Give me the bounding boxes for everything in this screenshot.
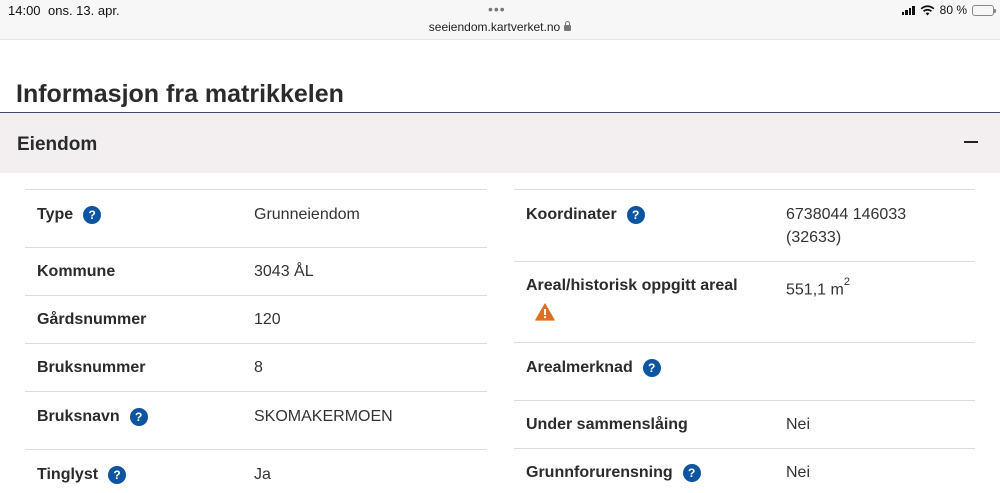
section-title: Eiendom — [17, 134, 98, 155]
area-unit-exponent: 2 — [843, 276, 850, 288]
row-label: Kommune — [37, 263, 116, 280]
info-row-koordinater: Koordinater ? 6738044 146033 (32633) — [514, 189, 975, 261]
info-row-bruksnummer: Bruksnummer 8 — [25, 343, 487, 391]
info-row-tinglyst: Tinglyst ? Ja — [25, 449, 487, 493]
row-value: 120 — [254, 311, 281, 328]
row-value: 8 — [254, 359, 263, 376]
row-label: Tinglyst — [37, 466, 99, 483]
row-value: 6738044 146033 (32633) — [786, 203, 906, 249]
property-info-left: Type ? Grunneiendom Kommune 3043 ÅL Gård… — [25, 189, 487, 493]
help-icon[interactable]: ? — [642, 359, 661, 377]
help-icon[interactable]: ? — [108, 466, 127, 484]
row-label: Gårdsnummer — [37, 311, 147, 328]
address-bar[interactable]: seeiendom.kartverket.no — [0, 20, 1000, 34]
help-icon[interactable]: ? — [129, 408, 148, 426]
battery-icon — [972, 4, 996, 16]
row-label: Areal/historisk oppgitt areal — [526, 277, 738, 294]
row-value: Nei — [786, 464, 811, 481]
row-label: Type — [37, 206, 74, 223]
coordinates-value: 6738044 146033 — [786, 206, 907, 223]
url-text: seeiendom.kartverket.no — [428, 20, 561, 34]
help-icon[interactable]: ? — [682, 464, 701, 482]
minus-icon[interactable] — [964, 141, 978, 143]
row-label: Bruksnummer — [37, 359, 146, 376]
ios-status-bar: 14:00 ons. 13. apr. ••• seeiendom.kartve… — [0, 0, 1000, 40]
coordinates-epsg: (32633) — [786, 229, 842, 246]
info-row-type: Type ? Grunneiendom — [25, 189, 487, 247]
info-row-kommune: Kommune 3043 ÅL — [25, 247, 487, 295]
lock-icon — [564, 21, 572, 31]
help-icon[interactable]: ? — [83, 206, 102, 224]
status-date: ons. 13. apr. — [48, 3, 120, 18]
area-value: 551,1 m — [786, 281, 844, 299]
row-value: 3043 ÅL — [254, 263, 314, 280]
property-info-right: Koordinater ? 6738044 146033 (32633) Are… — [514, 189, 975, 493]
row-label: Koordinater — [526, 206, 617, 223]
page-title: Informasjon fra matrikkelen — [16, 80, 344, 108]
row-value: Nei — [786, 416, 811, 433]
info-row-sammenslaing: Under sammenslåing Nei — [514, 400, 975, 448]
row-label: Under sammenslåing — [526, 416, 688, 433]
info-row-gardsnummer: Gårdsnummer 120 — [25, 295, 487, 343]
info-row-areal: Areal/historisk oppgitt areal 551,1 m2 — [514, 261, 975, 342]
more-dots-icon[interactable]: ••• — [488, 2, 506, 16]
row-label: Grunnforurensning — [526, 464, 673, 481]
wifi-icon — [920, 4, 935, 15]
row-value: Ja — [254, 466, 271, 483]
row-label: Bruksnavn — [37, 408, 120, 425]
row-value: Grunneiendom — [254, 206, 360, 223]
info-row-grunnforurensning: Grunnforurensning ? Nei — [514, 448, 975, 493]
row-value: SKOMAKERMOEN — [254, 408, 393, 425]
help-icon[interactable]: ? — [626, 206, 645, 224]
info-row-arealmerknad: Arealmerknad ? — [514, 342, 975, 400]
cellular-signal-icon — [901, 5, 915, 15]
section-header-eiendom[interactable]: Eiendom — [0, 113, 1000, 173]
row-label: Arealmerknad — [526, 359, 633, 376]
status-time: 14:00 — [8, 3, 41, 18]
battery-percent: 80 % — [939, 3, 967, 17]
row-value: 551,1 m2 — [786, 274, 850, 301]
warning-icon[interactable] — [535, 303, 555, 321]
info-row-bruksnavn: Bruksnavn ? SKOMAKERMOEN — [25, 391, 487, 449]
